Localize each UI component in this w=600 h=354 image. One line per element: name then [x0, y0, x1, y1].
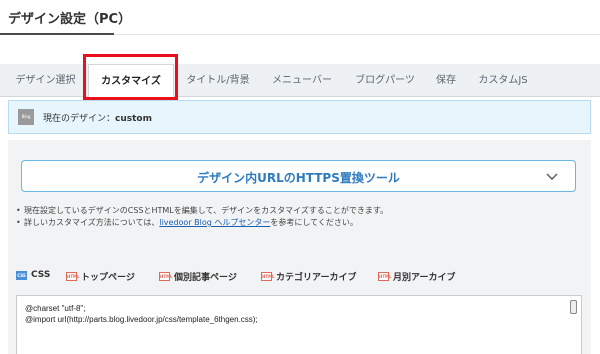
current-design-value: custom [115, 114, 152, 124]
tab-save[interactable]: 保存 [428, 64, 464, 97]
html-file-icon: HTML [261, 272, 275, 281]
file-tab-label: 個別記事ページ [174, 273, 237, 283]
tab-blog-parts[interactable]: ブログパーツ [346, 64, 424, 97]
editor-code[interactable]: @charset "utf-8"; @import url(http://part… [25, 303, 258, 325]
file-tab-category-archive[interactable]: HTMLカテゴリアーカイブ [261, 270, 356, 286]
file-tab-monthly-archive[interactable]: HTML月別アーカイブ [378, 270, 455, 286]
html-file-icon: HTML [159, 272, 173, 281]
title-underline [0, 33, 114, 35]
file-tab-article-page[interactable]: HTML個別記事ページ [159, 270, 237, 286]
note-item: 現在設定しているデザインのCSSとHTMLを編集して、デザインをカスタマイズする… [16, 205, 388, 217]
help-center-link[interactable]: livedoor Blog ヘルプセンター [159, 218, 270, 227]
css-editor[interactable]: @charset "utf-8"; @import url(http://part… [16, 295, 582, 354]
html-file-icon: HTML [66, 272, 80, 281]
file-tab-label: 月別アーカイブ [393, 273, 456, 283]
file-tab-css[interactable]: CSS CSS [16, 270, 50, 286]
code-line: @import url(http://parts.blog.livedoor.j… [25, 315, 258, 324]
code-line: @charset "utf-8"; [25, 304, 86, 313]
current-design-box: Blog 現在のデザイン：custom [8, 100, 591, 134]
note-item: 詳しいカスタマイズ方法については、livedoor Blog ヘルプセンターを参… [16, 217, 388, 229]
file-tab-label: トップページ [81, 273, 135, 283]
chevron-down-icon [546, 173, 558, 180]
customize-notes: 現在設定しているデザインのCSSとHTMLを編集して、デザインをカスタマイズする… [16, 205, 388, 229]
note-text: 詳しいカスタマイズ方法については、 [24, 218, 160, 227]
tab-design-select[interactable]: デザイン選択 [8, 64, 83, 97]
https-replace-tool-button[interactable]: デザイン内URLのHTTPS置換ツール [21, 160, 576, 192]
file-tab-top-page[interactable]: HTMLトップページ [66, 270, 135, 286]
tab-custom-js[interactable]: カスタムJS [468, 64, 538, 97]
current-design-label: 現在のデザイン： [43, 114, 116, 124]
editor-scrollbar[interactable] [570, 300, 577, 314]
highlight-box [83, 54, 178, 100]
customize-panel: デザイン内URLのHTTPS置換ツール 現在設定しているデザインのCSSとHTM… [8, 140, 591, 354]
html-file-icon: HTML [378, 272, 392, 281]
css-file-icon: CSS [16, 270, 27, 280]
file-tab-label: カテゴリアーカイブ [276, 273, 357, 283]
tab-title-background[interactable]: タイトル/背景 [178, 64, 258, 97]
https-tool-label: デザイン内URLのHTTPS置換ツール [197, 171, 400, 185]
design-thumbnail: Blog [18, 109, 34, 125]
tab-menubar[interactable]: メニューバー [262, 64, 342, 97]
current-design-text: 現在のデザイン：custom [43, 111, 152, 124]
page-title: デザイン設定（PC） [8, 12, 132, 27]
note-text: を参考にしてください。 [270, 218, 358, 227]
file-tab-bar: CSS CSS HTMLトップページ HTML個別記事ページ HTMLカテゴリアー… [16, 266, 586, 290]
file-tab-label: CSS [31, 270, 51, 280]
